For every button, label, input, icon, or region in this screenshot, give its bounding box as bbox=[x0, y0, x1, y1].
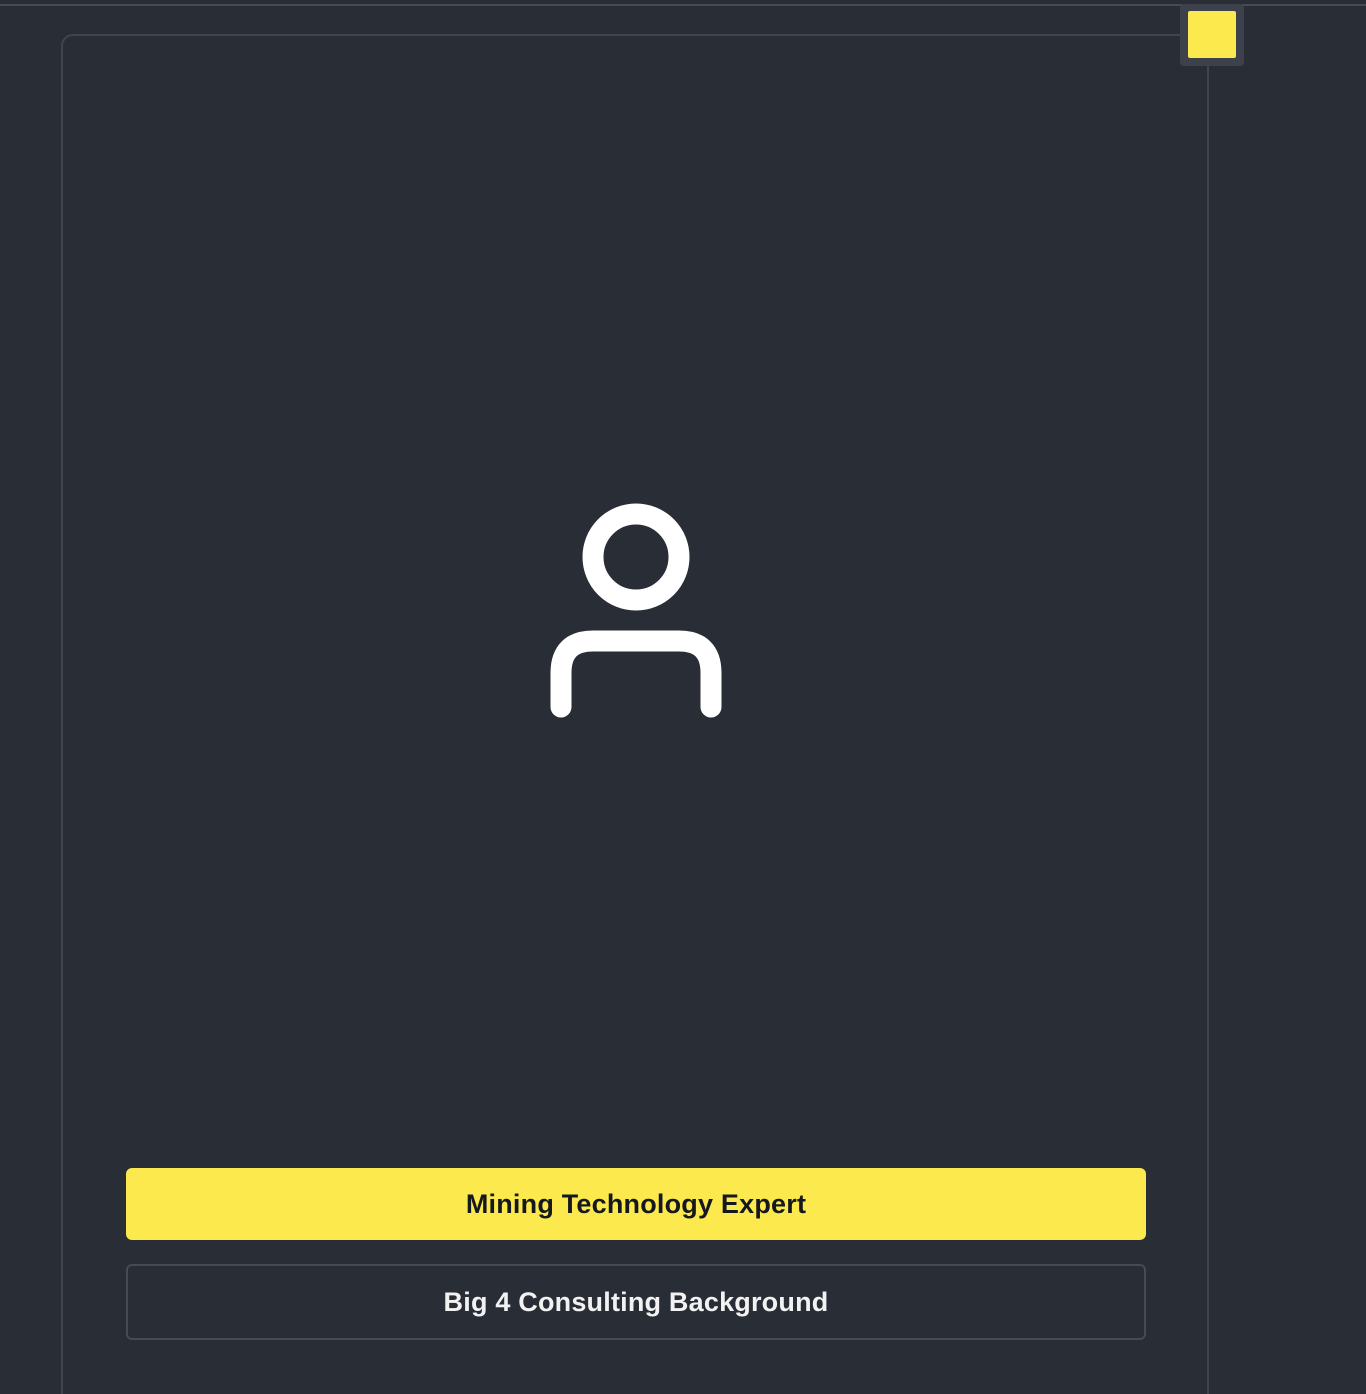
secondary-expertise-tag[interactable]: Big 4 Consulting Background bbox=[126, 1264, 1146, 1340]
corner-badge[interactable] bbox=[1180, 4, 1244, 66]
yellow-square-icon bbox=[1188, 11, 1236, 58]
top-divider bbox=[0, 4, 1366, 6]
primary-expertise-tag[interactable]: Mining Technology Expert bbox=[126, 1168, 1146, 1240]
user-icon bbox=[540, 495, 732, 725]
